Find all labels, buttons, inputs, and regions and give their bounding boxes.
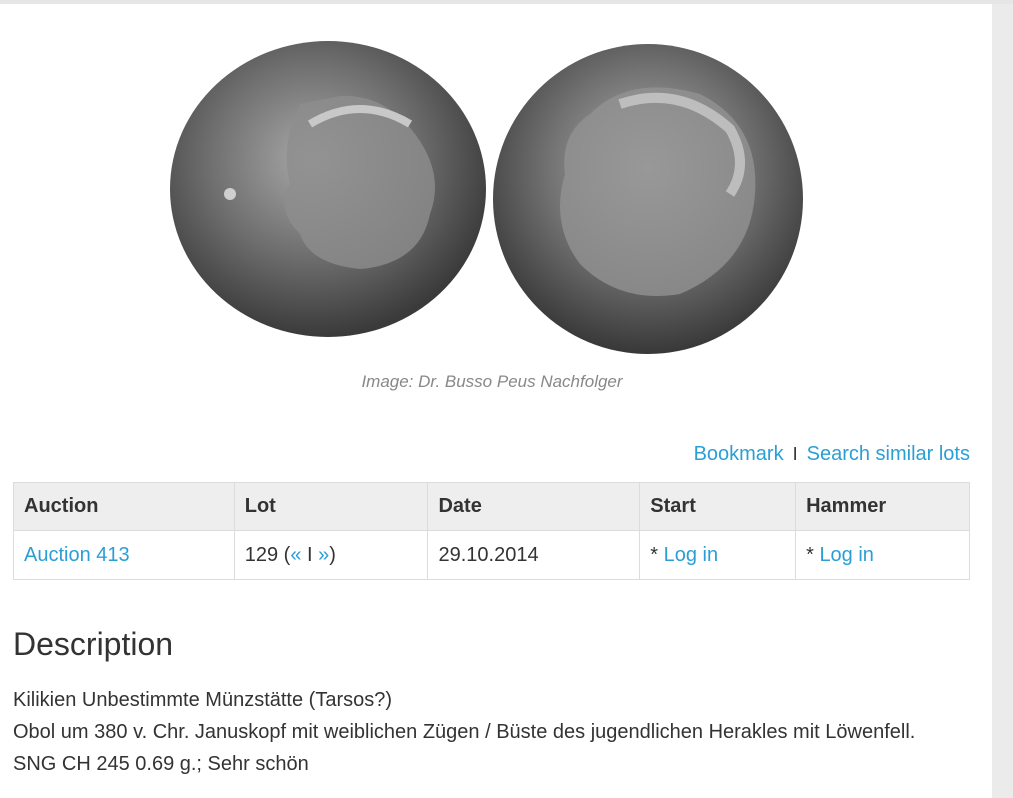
lot-number: 129 ( [244,543,291,566]
lot-actions: Bookmark I Search similar lots [694,443,970,466]
description-line: Obol um 380 v. Chr. Januskopf mit weibli… [13,721,916,743]
description-heading: Description [13,626,174,662]
next-lot-link[interactable]: » [318,544,329,566]
image-credit: Image: Dr. Busso Peus Nachfolger [361,372,623,391]
lot-nav-separator: I [301,543,319,566]
cell-auction: Auction 413 [13,530,235,580]
header-lot: Lot [233,482,429,531]
previous-lot-link[interactable]: « [290,544,301,566]
lot-table: Auction Lot Date Start Hammer Auction 41… [13,482,970,580]
cell-start: * Log in [639,530,797,580]
header-hammer: Hammer [795,482,970,531]
coin-reverse [493,44,803,354]
description-line: Kilikien Unbestimmte Münzstätte (Tarsos?… [13,689,393,711]
description-text: Kilikien Unbestimmte Münzstätte (Tarsos?… [13,684,983,780]
header-auction: Auction [13,482,235,531]
hammer-prefix: * [806,543,820,566]
coin-obverse [170,41,486,337]
auction-link[interactable]: Auction 413 [24,544,130,566]
table-header-row: Auction Lot Date Start Hammer [13,482,970,531]
start-prefix: * [650,543,664,566]
hammer-login-link[interactable]: Log in [819,544,874,566]
coin-image[interactable] [160,34,820,364]
header-date: Date [427,482,641,531]
header-start: Start [639,482,797,531]
description-line: SNG CH 245 0.69 g.; Sehr schön [13,753,309,775]
cell-lot: 129 (« I ») [233,530,429,580]
table-row: Auction 413 129 (« I ») 29.10.2014 * Log… [13,530,970,580]
search-similar-lots-link[interactable]: Search similar lots [807,443,970,465]
start-login-link[interactable]: Log in [664,544,719,566]
cell-hammer: * Log in [795,530,970,580]
lot-close-paren: ) [329,543,336,566]
action-separator: I [792,444,798,464]
lot-detail-panel: Image: Dr. Busso Peus Nachfolger Bookmar… [0,4,992,798]
cell-date: 29.10.2014 [427,530,641,580]
bookmark-link[interactable]: Bookmark [694,443,784,465]
